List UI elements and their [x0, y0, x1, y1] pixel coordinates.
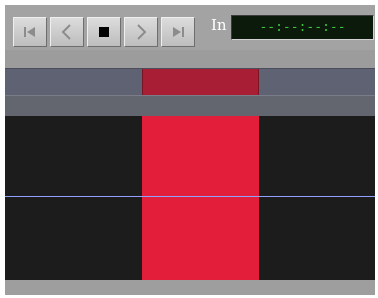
in-timecode-value: --:--:--:-- [259, 20, 346, 35]
stop-button[interactable] [87, 17, 121, 47]
timeline-subheader [5, 95, 375, 117]
selection-range[interactable] [142, 116, 259, 280]
stop-icon [99, 27, 109, 37]
step-back-button[interactable] [50, 17, 84, 47]
step-back-icon [61, 24, 71, 40]
step-forward-icon [137, 24, 147, 40]
in-label: In [211, 16, 227, 34]
step-forward-button[interactable] [124, 17, 158, 47]
level-line [5, 196, 375, 197]
bottom-bar [5, 280, 375, 295]
skip-to-start-button[interactable] [13, 17, 47, 47]
skip-to-start-icon [24, 27, 35, 37]
skip-to-end-button[interactable] [161, 17, 195, 47]
in-timecode-display[interactable]: --:--:--:-- [231, 15, 374, 40]
selection-range-header[interactable] [142, 69, 259, 95]
skip-to-end-icon [173, 27, 184, 37]
